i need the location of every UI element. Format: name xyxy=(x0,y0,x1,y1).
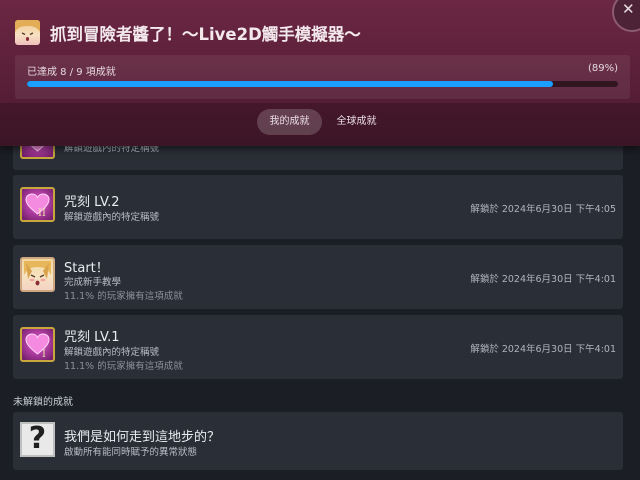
progress-label: 已達成 8 / 9 項成就 xyxy=(27,67,116,78)
locked-achievement-card[interactable]: ? 我們是如何走到這地步的？ 啟動所有能同時賦予的異常狀態 xyxy=(13,412,623,470)
question-mark-icon: ? xyxy=(20,421,55,457)
unlock-date: 解鎖於 2024年6月30日 下午4:05 xyxy=(470,204,616,215)
progress-panel: 已達成 8 / 9 項成就 (89%) xyxy=(15,55,630,99)
achievement-header: 抓到冒險者醬了！～Live2D觸手模擬器～ ✕ 已達成 8 / 9 項成就 (8… xyxy=(0,0,640,146)
achievement-title: 咒刻 LV.1 xyxy=(64,330,120,345)
svg-text:II: II xyxy=(38,208,46,219)
achievement-card[interactable]: Start！ 完成新手教學 11.1% 的玩家擁有這項成就 解鎖於 2024年6… xyxy=(13,245,623,309)
achievement-desc: 解鎖遊戲內的特定稱號 xyxy=(64,212,160,223)
achievement-desc: 完成新手教學 xyxy=(64,277,122,288)
achievement-title: 我們是如何走到這地步的？ xyxy=(64,430,221,445)
achievement-global-percent: 11.1% 的玩家擁有這項成就 xyxy=(64,291,183,302)
unlock-date: 解鎖於 2024年6月30日 下午4:01 xyxy=(470,274,616,285)
anime-girl-face-icon xyxy=(20,257,55,292)
close-icon: ✕ xyxy=(622,0,635,18)
progress-percent: (89%) xyxy=(587,63,618,74)
achievement-desc: 啟動所有能同時賦予的異常狀態 xyxy=(64,447,198,458)
achievement-card[interactable]: I 咒刻 LV.1 解鎖遊戲內的特定稱號 11.1% 的玩家擁有這項成就 解鎖於… xyxy=(13,315,623,379)
achievement-title: 咒刻 LV.2 xyxy=(64,195,120,210)
locked-section-label: 未解鎖的成就 xyxy=(13,397,73,408)
game-icon xyxy=(15,20,40,45)
tab-global-achievements[interactable]: 全球成就 xyxy=(324,109,389,135)
tab-bar: 我的成就 全球成就 xyxy=(0,103,640,146)
heart-roman-i-icon: I xyxy=(20,327,55,362)
progress-bar xyxy=(27,81,618,87)
close-button[interactable]: ✕ xyxy=(612,0,640,32)
achievement-card[interactable]: II 咒刻 LV.2 解鎖遊戲內的特定稱號 解鎖於 2024年6月30日 下午4… xyxy=(13,175,623,239)
tab-my-achievements[interactable]: 我的成就 xyxy=(257,109,322,135)
achievement-desc: 解鎖遊戲內的特定稱號 xyxy=(64,347,160,358)
unlock-date: 解鎖於 2024年6月30日 下午4:01 xyxy=(470,344,616,355)
game-title: 抓到冒險者醬了！～Live2D觸手模擬器～ xyxy=(50,25,361,44)
progress-bar-fill xyxy=(27,81,553,87)
achievement-global-percent: 11.1% 的玩家擁有這項成就 xyxy=(64,361,183,372)
heart-roman-ii-icon: II xyxy=(20,187,55,222)
svg-text:I: I xyxy=(42,349,46,360)
